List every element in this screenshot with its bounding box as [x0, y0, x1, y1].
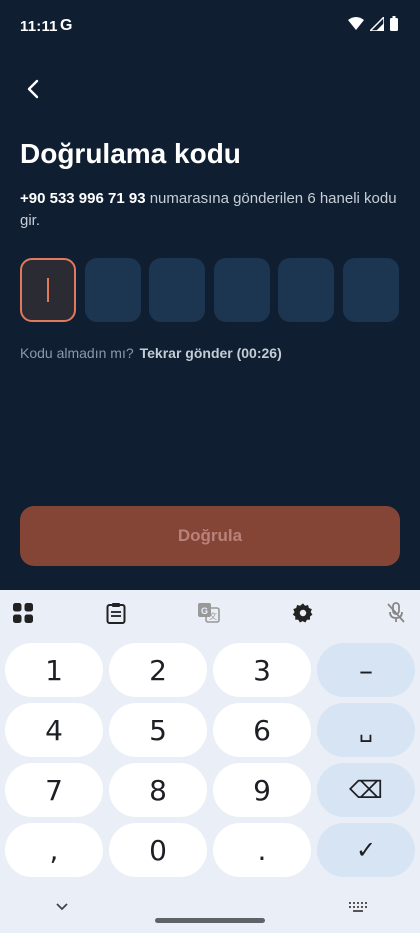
back-button[interactable]: [18, 74, 48, 104]
phone-number: +90 533 996 71 93: [20, 190, 146, 207]
otp-digit-4[interactable]: [213, 258, 270, 322]
key-minus[interactable]: –: [317, 643, 415, 697]
key-7[interactable]: 7: [5, 763, 103, 817]
translate-icon[interactable]: G文: [195, 599, 223, 627]
clipboard-icon[interactable]: [102, 599, 130, 627]
keyboard: G文 1 2 3 – 4 5 6 ␣ 7 8 9 ⌫ , 0 . ✓: [0, 590, 420, 933]
page-description: +90 533 996 71 93 numarasına gönderilen …: [20, 188, 400, 232]
keyboard-switch-icon[interactable]: [349, 902, 367, 914]
key-1[interactable]: 1: [5, 643, 103, 697]
apps-grid-icon[interactable]: [9, 599, 37, 627]
svg-text:文: 文: [209, 611, 217, 621]
chevron-down-icon[interactable]: [55, 902, 69, 912]
key-6[interactable]: 6: [213, 703, 311, 757]
wifi-icon: [348, 16, 364, 30]
resend-prompt: Kodu almadın mı?: [20, 345, 134, 361]
svg-text:G: G: [201, 606, 208, 616]
otp-digit-1[interactable]: [20, 258, 76, 322]
google-icon: G: [60, 17, 73, 34]
key-8[interactable]: 8: [109, 763, 207, 817]
keyboard-toolbar: G文: [0, 590, 420, 635]
otp-digit-3[interactable]: [149, 258, 205, 322]
key-5[interactable]: 5: [109, 703, 207, 757]
key-3[interactable]: 3: [213, 643, 311, 697]
key-9[interactable]: 9: [213, 763, 311, 817]
otp-digit-2[interactable]: [84, 258, 141, 322]
navigation-bar: [0, 893, 420, 933]
resend-link[interactable]: Tekrar gönder (00:26): [140, 345, 282, 361]
verify-button[interactable]: Doğrula: [20, 506, 400, 566]
home-indicator[interactable]: [155, 918, 265, 923]
key-space[interactable]: ␣: [317, 703, 415, 757]
key-done[interactable]: ✓: [317, 823, 415, 877]
status-time: 11:11: [20, 18, 58, 35]
battery-icon: [390, 16, 398, 31]
otp-digit-5[interactable]: [278, 258, 334, 322]
text-caret: [47, 278, 49, 302]
key-2[interactable]: 2: [109, 643, 207, 697]
mic-off-icon[interactable]: [382, 599, 410, 627]
key-4[interactable]: 4: [5, 703, 103, 757]
key-0[interactable]: 0: [109, 823, 207, 877]
key-backspace[interactable]: ⌫: [317, 763, 415, 817]
gear-icon[interactable]: [289, 599, 317, 627]
otp-input-group: [20, 258, 399, 322]
chevron-left-icon: [27, 79, 39, 99]
key-period[interactable]: .: [213, 823, 311, 877]
page-title: Doğrulama kodu: [20, 138, 241, 169]
key-comma[interactable]: ,: [5, 823, 103, 877]
otp-digit-6[interactable]: [342, 258, 399, 322]
signal-icon: [370, 16, 384, 31]
resend-row: Kodu almadın mı? Tekrar gönder (00:26): [20, 345, 282, 361]
status-bar: 11:11 G: [0, 0, 420, 54]
